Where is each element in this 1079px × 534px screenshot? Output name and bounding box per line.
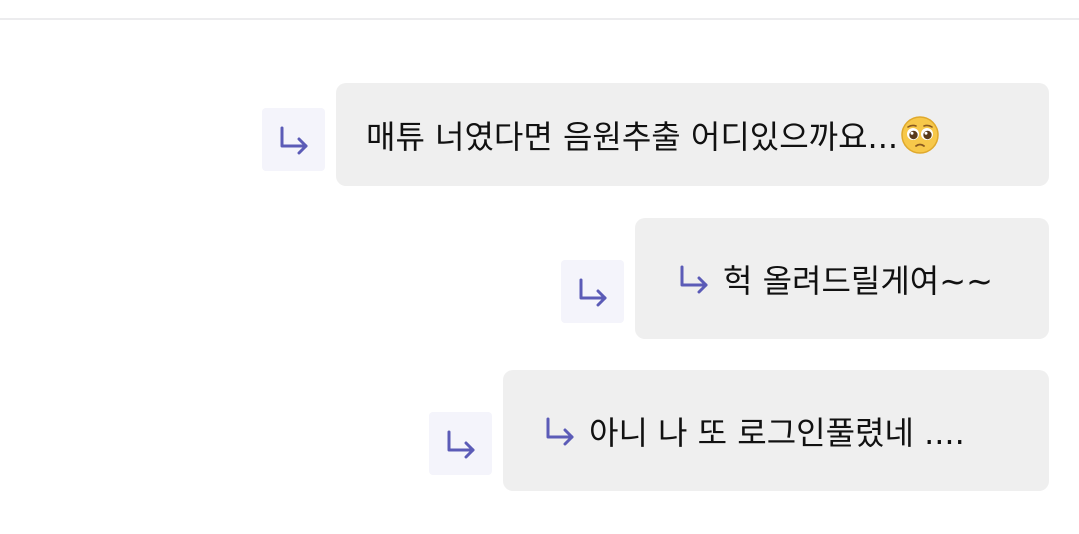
reply-arrow-icon xyxy=(546,417,574,445)
message-bubble[interactable]: 헉 올려드릴게여~~ xyxy=(635,218,1049,339)
chat-thread: 매튜 너였다면 음원추출 어디있으까요... 헉 올려드릴게여~~ 아니 나 또… xyxy=(0,0,1079,534)
reply-arrow-icon xyxy=(680,265,708,293)
message-bubble[interactable]: 매튜 너였다면 음원추출 어디있으까요... xyxy=(336,83,1049,186)
message-text: 헉 올려드릴게여~~ xyxy=(723,261,993,300)
reply-arrow-icon xyxy=(447,430,474,458)
reply-indicator xyxy=(677,264,711,294)
reply-button[interactable] xyxy=(262,108,325,171)
pleading-face-emoji xyxy=(901,115,939,154)
reply-arrow-icon xyxy=(280,126,307,154)
message-bubble[interactable]: 아니 나 또 로그인풀렸네 .... xyxy=(503,370,1049,491)
reply-arrow-icon xyxy=(579,278,606,306)
reply-button[interactable] xyxy=(429,412,492,475)
header-divider xyxy=(0,18,1079,20)
message-text: 매튜 너였다면 음원추출 어디있으까요... xyxy=(366,117,899,156)
message-text: 아니 나 또 로그인풀렸네 .... xyxy=(589,413,965,452)
reply-indicator xyxy=(543,416,577,446)
reply-button[interactable] xyxy=(561,260,624,323)
